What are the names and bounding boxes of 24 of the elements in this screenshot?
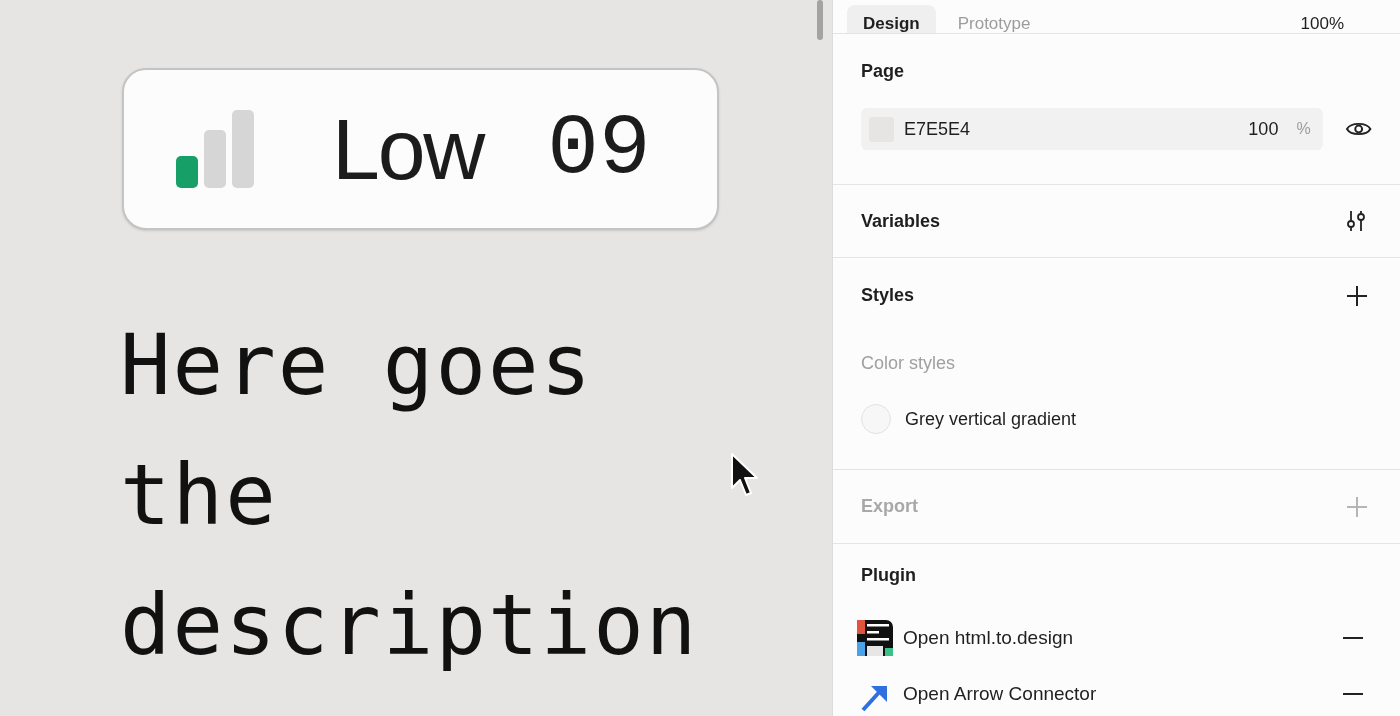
meter-label: Low bbox=[332, 106, 484, 192]
group-label: Color styles bbox=[861, 352, 957, 375]
scrollbar-thumb[interactable] bbox=[817, 0, 823, 40]
meter-value: 09 bbox=[547, 106, 651, 192]
section-title: Export bbox=[861, 495, 918, 518]
color-hex: E7E5E4 bbox=[904, 117, 971, 141]
section-title: Styles bbox=[861, 284, 915, 307]
opacity-value: 100 bbox=[1248, 117, 1279, 141]
description-text: Here goes the description bbox=[120, 315, 700, 676]
section-title: Variables bbox=[861, 209, 941, 233]
percent-unit: % bbox=[1296, 119, 1311, 139]
cursor-icon bbox=[730, 452, 760, 498]
section-title: Page bbox=[861, 60, 906, 83]
zoom-level[interactable]: 100% bbox=[1300, 11, 1344, 33]
plugin-icon[interactable] bbox=[857, 620, 893, 656]
sliders-icon[interactable] bbox=[1344, 209, 1368, 233]
color-field[interactable]: E7E5E4 100 % bbox=[861, 108, 1323, 150]
tab[interactable]: Design bbox=[847, 5, 936, 33]
plugin-name[interactable]: Open Arrow Connector bbox=[903, 679, 1097, 709]
gradient-swatch bbox=[861, 404, 891, 434]
plugin-name[interactable]: Open html.to.design bbox=[903, 623, 1074, 653]
plus-icon[interactable] bbox=[1346, 284, 1368, 307]
style-name[interactable]: Grey vertical gradient bbox=[905, 405, 1077, 433]
section-title: Plugin bbox=[861, 564, 917, 587]
